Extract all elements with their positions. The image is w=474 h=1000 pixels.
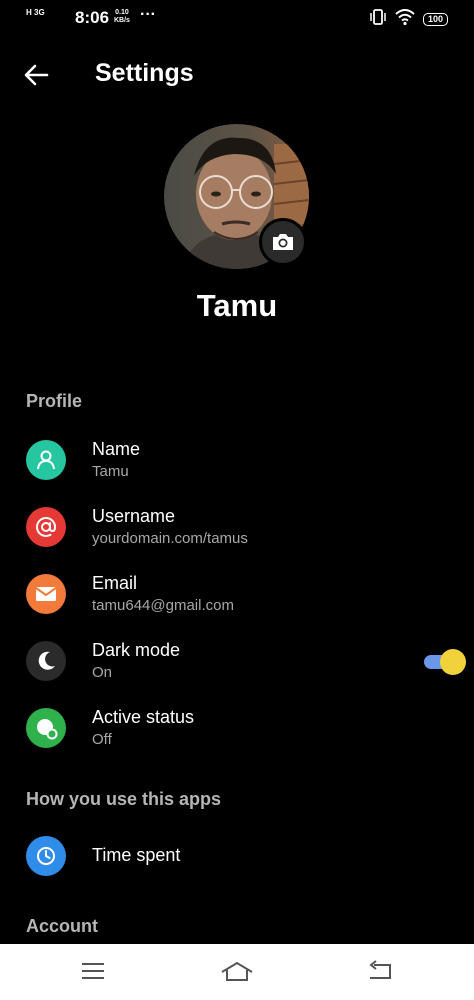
network-indicator: H 3G xyxy=(26,8,45,17)
setting-row-dark-mode[interactable]: Dark mode On xyxy=(26,635,466,687)
active-status-icon xyxy=(26,708,66,748)
envelope-icon xyxy=(26,574,66,614)
page-title: Settings xyxy=(95,59,194,87)
hamburger-icon xyxy=(82,963,104,979)
moon-icon xyxy=(26,641,66,681)
setting-value: Off xyxy=(92,731,112,748)
dark-mode-toggle[interactable] xyxy=(424,649,466,675)
setting-value: On xyxy=(92,664,113,681)
status-icons: 100 xyxy=(369,9,448,30)
clock-icon xyxy=(26,836,66,876)
toggle-knob xyxy=(440,649,466,675)
section-title-profile: Profile xyxy=(26,391,83,411)
home-button[interactable] xyxy=(220,960,254,984)
change-photo-button[interactable] xyxy=(259,218,307,266)
setting-row-email[interactable]: Email tamu644@gmail.com xyxy=(26,568,466,620)
setting-value: tamu644@gmail.com xyxy=(92,597,234,614)
return-icon xyxy=(369,960,391,979)
setting-row-name[interactable]: Name Tamu xyxy=(26,434,466,486)
setting-label: Active status xyxy=(92,707,195,727)
section-title-account: Account xyxy=(26,916,98,936)
setting-label: Name xyxy=(92,439,141,459)
battery-indicator: 100 xyxy=(422,13,448,26)
setting-row-username[interactable]: Username yourdomain.com/tamus xyxy=(26,501,466,553)
back-button[interactable] xyxy=(22,60,52,90)
more-notifications-icon: ··· xyxy=(140,6,156,23)
setting-row-time-spent[interactable]: Time spent xyxy=(26,830,466,882)
system-navigation-bar xyxy=(0,944,474,1000)
status-bar: H 3G 8:06 0.10 KB/s ··· 100 xyxy=(0,0,474,36)
user-icon xyxy=(26,440,66,480)
setting-value: yourdomain.com/tamus xyxy=(92,530,248,547)
app-header: Settings xyxy=(0,52,474,96)
setting-label: Username xyxy=(92,506,176,526)
back-nav-button[interactable] xyxy=(366,960,396,984)
wifi-icon xyxy=(395,9,415,30)
arrow-left-icon xyxy=(24,64,49,86)
setting-label: Dark mode xyxy=(92,640,181,660)
setting-label: Email xyxy=(92,573,138,593)
menu-button[interactable] xyxy=(80,960,110,984)
home-icon xyxy=(221,961,253,981)
camera-icon xyxy=(273,234,293,250)
at-sign-icon xyxy=(26,507,66,547)
network-speed-unit: KB/s xyxy=(114,17,130,24)
network-speed: 0.10 KB/s xyxy=(114,9,130,25)
setting-label: Time spent xyxy=(92,845,181,865)
setting-value: Tamu xyxy=(92,463,129,480)
vibrate-icon xyxy=(369,9,387,30)
network-speed-value: 0.10 xyxy=(115,9,129,16)
section-title-usage: How you use this apps xyxy=(26,789,222,809)
setting-row-active-status[interactable]: Active status Off xyxy=(26,702,466,754)
status-time: 8:06 xyxy=(75,8,110,27)
profile-display-name: Tamu xyxy=(196,288,278,323)
